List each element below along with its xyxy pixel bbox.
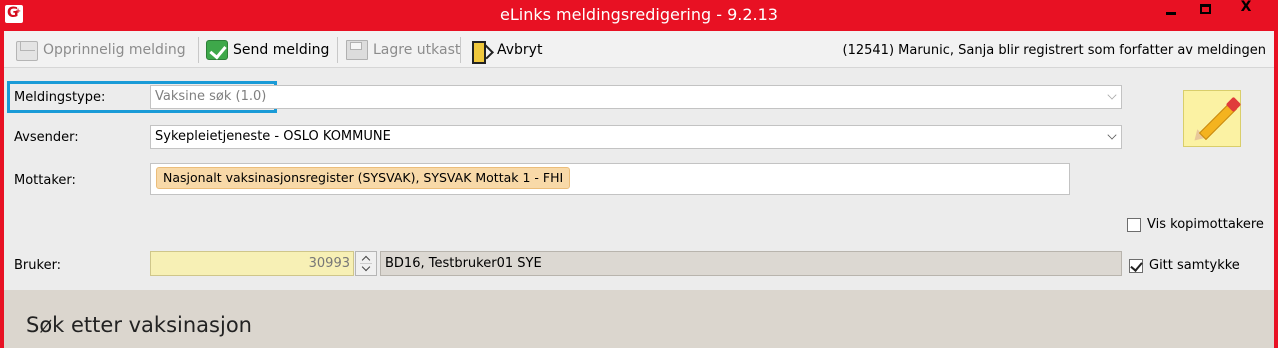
save-draft-button[interactable]: Lagre utkast	[346, 38, 460, 62]
save-draft-label: Lagre utkast	[373, 42, 461, 58]
close-icon: X	[1240, 0, 1252, 15]
title-bar: G + eLinks meldingsredigering - 9.2.13 X	[0, 0, 1278, 31]
sender-label: Avsender:	[14, 130, 79, 145]
chevron-down-icon	[1107, 90, 1117, 100]
window-controls: X	[1154, 0, 1269, 21]
user-number-stepper[interactable]	[355, 251, 377, 276]
author-info-text: (12541) Marunic, Sanja blir registrert s…	[842, 43, 1266, 58]
recipient-field[interactable]: Nasjonalt vaksinasjonsregister (SYSVAK),…	[150, 163, 1070, 195]
check-icon	[206, 40, 228, 60]
show-cc-label: Vis kopimottakere	[1147, 217, 1264, 232]
exit-door-icon	[470, 40, 492, 64]
original-message-button[interactable]: Opprinnelig melding	[16, 38, 186, 62]
pencil-icon	[1183, 90, 1242, 147]
window-title: eLinks meldingsredigering - 9.2.13	[500, 5, 778, 24]
recipient-label: Mottaker:	[14, 173, 76, 188]
chevron-down-icon	[1107, 130, 1117, 140]
cancel-label: Avbryt	[497, 42, 543, 58]
close-button[interactable]: X	[1223, 0, 1269, 21]
send-message-label: Send melding	[233, 42, 330, 58]
original-message-label: Opprinnelig melding	[43, 42, 186, 58]
user-number-input[interactable]: 30993	[150, 251, 354, 276]
search-section: Søk etter vaksinasjon	[4, 290, 1274, 348]
minimize-button[interactable]	[1154, 0, 1188, 21]
toolbar-separator	[460, 37, 461, 63]
toolbar: Opprinnelig melding Send melding Lagre u…	[4, 31, 1274, 68]
toolbar-separator	[198, 37, 199, 63]
cancel-button[interactable]: Avbryt	[470, 38, 543, 64]
minimize-icon	[1166, 12, 1176, 15]
user-label: Bruker:	[14, 258, 62, 273]
message-type-select[interactable]: Vaksine søk (1.0)	[150, 85, 1122, 109]
consent-label: Gitt samtykke	[1149, 258, 1240, 273]
section-title: Søk etter vaksinasjon	[26, 313, 252, 337]
spin-down-icon[interactable]	[360, 264, 372, 275]
user-name-field: BD16, Testbruker01 SYE	[380, 251, 1122, 276]
maximize-button[interactable]	[1188, 0, 1223, 21]
mail-icon	[16, 41, 38, 61]
recipient-chip[interactable]: Nasjonalt vaksinasjonsregister (SYSVAK),…	[156, 167, 571, 189]
show-cc-checkbox[interactable]	[1127, 218, 1141, 232]
sender-value: Sykepleietjeneste - OSLO KOMMUNE	[155, 129, 391, 144]
maximize-icon	[1200, 4, 1211, 14]
message-type-value: Vaksine søk (1.0)	[155, 89, 267, 104]
sender-select[interactable]: Sykepleietjeneste - OSLO KOMMUNE	[150, 125, 1122, 149]
consent-checkbox[interactable]	[1129, 259, 1143, 273]
message-type-label: Meldingstype:	[14, 90, 106, 105]
toolbar-separator	[337, 37, 338, 63]
client-area: Opprinnelig melding Send melding Lagre u…	[4, 31, 1274, 348]
floppy-disk-icon	[346, 40, 368, 60]
send-message-button[interactable]: Send melding	[206, 38, 329, 62]
